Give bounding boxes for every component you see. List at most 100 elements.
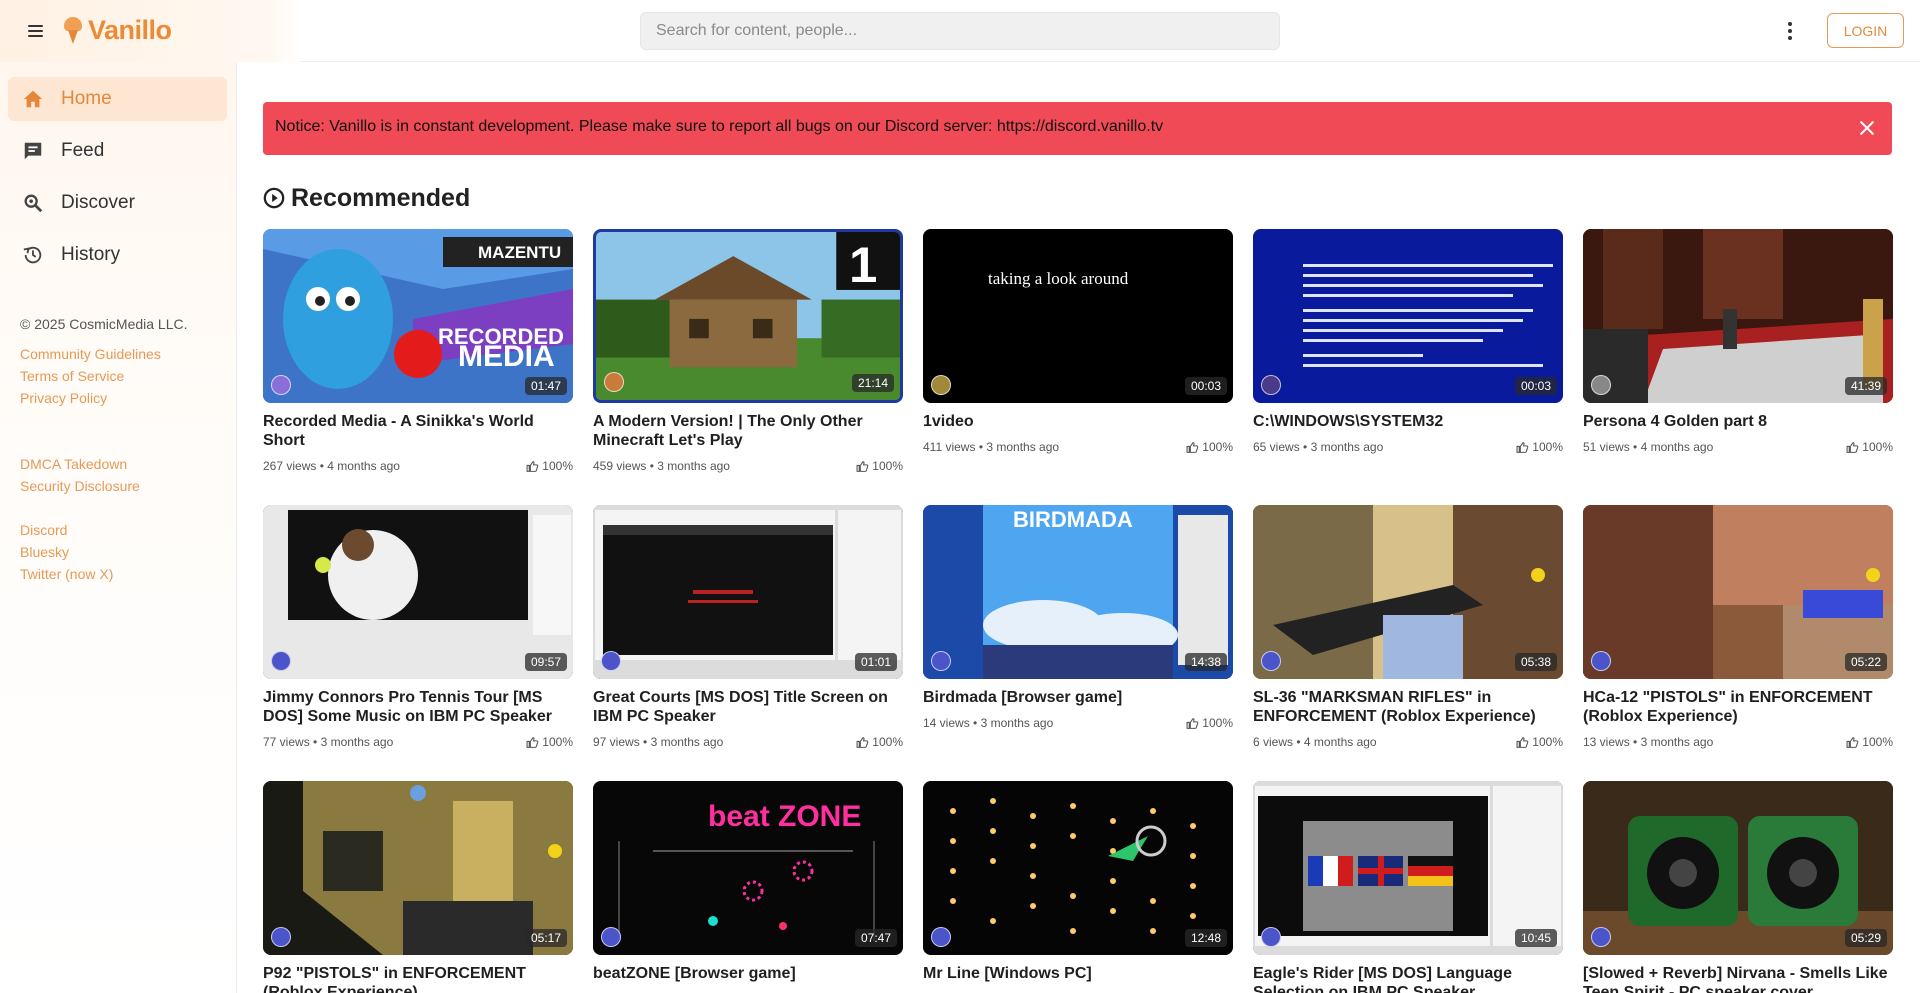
- video-title[interactable]: Great Courts [MS DOS] Title Screen on IB…: [593, 688, 903, 726]
- channel-avatar[interactable]: [1261, 375, 1281, 395]
- video-age: 4 months ago: [1640, 440, 1714, 454]
- bluesky-link[interactable]: Bluesky: [20, 544, 69, 560]
- channel-avatar[interactable]: [1591, 375, 1611, 395]
- video-thumbnail[interactable]: 00:03: [1253, 229, 1563, 403]
- video-thumbnail[interactable]: 05:38: [1253, 505, 1563, 679]
- video-title[interactable]: C:\WINDOWS\SYSTEM32: [1253, 412, 1563, 431]
- video-age: 3 months ago: [650, 735, 724, 749]
- video-rating: 100%: [1846, 440, 1893, 454]
- hamburger-menu-icon[interactable]: [24, 19, 48, 43]
- video-title[interactable]: Birdmada [Browser game]: [923, 688, 1233, 707]
- twitter-link[interactable]: Twitter (now X): [20, 566, 113, 582]
- login-button[interactable]: LOGIN: [1827, 13, 1904, 48]
- video-duration: 01:01: [854, 653, 897, 671]
- video-title[interactable]: 1video: [923, 412, 1233, 431]
- video-title[interactable]: Jimmy Connors Pro Tennis Tour [MS DOS] S…: [263, 688, 573, 726]
- channel-avatar[interactable]: [1261, 927, 1281, 947]
- channel-avatar[interactable]: [601, 651, 621, 671]
- channel-avatar[interactable]: [604, 372, 624, 392]
- video-thumbnail[interactable]: 05:17: [263, 781, 573, 955]
- video-meta: 13 views • 3 months ago: [1583, 735, 1714, 749]
- discord-link[interactable]: Discord: [20, 522, 67, 538]
- video-thumbnail[interactable]: 41:39: [1583, 229, 1893, 403]
- copyright-text: © 2025 CosmicMedia LLC.: [20, 316, 188, 332]
- video-thumbnail[interactable]: MAZENTU RECORDED MEDIA 01:47: [263, 229, 573, 403]
- logo-text: Vanillo: [88, 14, 172, 45]
- video-thumbnail[interactable]: BIRDMADA 14:38: [923, 505, 1233, 679]
- thumb-game-title: BIRDMADA: [1013, 507, 1133, 532]
- notice-banner: Notice: Vanillo is in constant developme…: [263, 102, 1892, 155]
- video-title[interactable]: Eagle's Rider [MS DOS] Language Selectio…: [1253, 964, 1563, 993]
- video-thumbnail[interactable]: beat ZONE 07:47: [593, 781, 903, 955]
- channel-avatar[interactable]: [931, 927, 951, 947]
- video-title[interactable]: A Modern Version! | The Only Other Minec…: [593, 412, 903, 450]
- video-title[interactable]: [Slowed + Reverb] Nirvana - Smells Like …: [1583, 964, 1893, 993]
- channel-avatar[interactable]: [1591, 651, 1611, 671]
- close-icon[interactable]: [1856, 117, 1878, 139]
- privacy-policy-link[interactable]: Privacy Policy: [20, 390, 107, 406]
- rating-value: 100%: [1862, 440, 1893, 454]
- video-rating: 100%: [1516, 440, 1563, 454]
- video-duration: 14:38: [1184, 653, 1227, 671]
- video-rating: 100%: [1516, 735, 1563, 749]
- community-guidelines-link[interactable]: Community Guidelines: [20, 346, 161, 362]
- notice-text: Notice: Vanillo is in constant developme…: [275, 118, 1164, 135]
- video-title[interactable]: Mr Line [Windows PC]: [923, 964, 1233, 983]
- rating-value: 100%: [1532, 440, 1563, 454]
- thumbs-up-icon: [1846, 736, 1859, 748]
- sidebar-item-label: Home: [61, 88, 112, 109]
- sidebar-item-discover[interactable]: Discover: [8, 181, 227, 225]
- video-rating: 100%: [1846, 735, 1893, 749]
- sidebar-item-history[interactable]: History: [8, 233, 227, 277]
- video-meta: 6 views • 4 months ago: [1253, 735, 1377, 749]
- dmca-takedown-link[interactable]: DMCA Takedown: [20, 456, 127, 472]
- section-title: Recommended: [291, 183, 471, 212]
- video-title[interactable]: beatZONE [Browser game]: [593, 964, 903, 983]
- terms-of-service-link[interactable]: Terms of Service: [20, 368, 124, 384]
- channel-avatar[interactable]: [271, 375, 291, 395]
- video-thumbnail[interactable]: 09:57: [263, 505, 573, 679]
- sidebar: Home Feed Discover History © 2025 Cosmic…: [0, 62, 237, 993]
- security-disclosure-link[interactable]: Security Disclosure: [20, 478, 140, 494]
- more-options-icon[interactable]: [1780, 18, 1800, 44]
- video-thumbnail[interactable]: taking a look around 00:03: [923, 229, 1233, 403]
- video-thumbnail[interactable]: 05:29: [1583, 781, 1893, 955]
- video-views: 411 views: [923, 440, 976, 454]
- vanillo-logo[interactable]: Vanillo: [62, 12, 172, 48]
- thumbs-up-icon: [1516, 441, 1529, 453]
- video-thumbnail[interactable]: 1 21:14: [593, 229, 903, 403]
- thumbs-up-icon: [526, 460, 539, 472]
- video-duration: 05:22: [1844, 653, 1887, 671]
- video-views: 13 views: [1583, 735, 1630, 749]
- thumbs-up-icon: [856, 460, 869, 472]
- search-input[interactable]: [640, 12, 1280, 50]
- video-thumbnail[interactable]: 01:01: [593, 505, 903, 679]
- video-title[interactable]: HCa-12 "PISTOLS" in ENFORCEMENT (Roblox …: [1583, 688, 1893, 726]
- video-duration: 00:03: [1514, 377, 1557, 395]
- sidebar-item-label: History: [61, 244, 121, 265]
- video-views: 459 views: [593, 459, 647, 473]
- channel-avatar[interactable]: [271, 651, 291, 671]
- channel-avatar[interactable]: [1261, 651, 1281, 671]
- thumbs-up-icon: [1516, 736, 1529, 748]
- sidebar-item-feed[interactable]: Feed: [8, 129, 227, 173]
- video-title[interactable]: P92 "PISTOLS" in ENFORCEMENT (Roblox Exp…: [263, 964, 573, 993]
- video-thumbnail[interactable]: 10:45: [1253, 781, 1563, 955]
- video-title[interactable]: SL-36 "MARKSMAN RIFLES" in ENFORCEMENT (…: [1253, 688, 1563, 726]
- sidebar-item-home[interactable]: Home: [8, 77, 227, 121]
- video-rating: 100%: [856, 459, 903, 473]
- channel-avatar[interactable]: [601, 927, 621, 947]
- video-thumbnail[interactable]: 05:22: [1583, 505, 1893, 679]
- video-duration: 05:29: [1844, 929, 1887, 947]
- feed-icon: [24, 142, 42, 160]
- channel-avatar[interactable]: [931, 375, 951, 395]
- video-meta: 77 views • 3 months ago: [263, 735, 394, 749]
- video-thumbnail[interactable]: 12:48: [923, 781, 1233, 955]
- video-title[interactable]: Persona 4 Golden part 8: [1583, 412, 1893, 431]
- channel-avatar[interactable]: [1591, 927, 1611, 947]
- channel-avatar[interactable]: [931, 651, 951, 671]
- video-title[interactable]: Recorded Media - A Sinikka's World Short: [263, 412, 573, 450]
- channel-avatar[interactable]: [271, 927, 291, 947]
- video-views: 267 views: [263, 459, 317, 473]
- top-bar: Vanillo LOGIN: [0, 0, 1920, 62]
